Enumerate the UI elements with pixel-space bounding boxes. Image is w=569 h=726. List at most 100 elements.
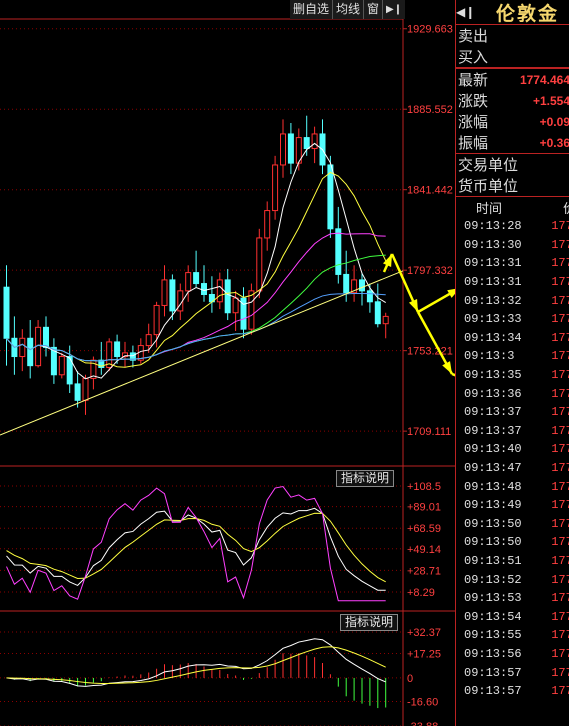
- price-axis-label: 1929.663: [407, 24, 453, 36]
- candle-body: [256, 237, 263, 292]
- tick-time: 09:13:31: [464, 256, 522, 271]
- tick-row[interactable]: 09:13:50 1774: [456, 533, 569, 552]
- annotation-arrowhead: [447, 288, 455, 298]
- kdj-axis-label: +49.14: [407, 544, 441, 556]
- tick-row[interactable]: 09:13:51 1774: [456, 552, 569, 571]
- tick-price: 1774: [551, 219, 569, 234]
- tick-row[interactable]: 09:13:31 1774: [456, 254, 569, 273]
- candle-body: [82, 377, 89, 401]
- currency-unit-label: 货币单位: [458, 178, 519, 195]
- ticks-price-header: 价: [563, 198, 569, 217]
- candle-body: [74, 383, 81, 401]
- trade-unit-label: 交易单位: [458, 157, 519, 174]
- tick-price: 1774: [551, 386, 569, 401]
- macd-axis-label: +32.37: [407, 627, 441, 639]
- quote-value: 1774.464: [519, 72, 569, 87]
- candle-body: [145, 334, 152, 347]
- tick-row[interactable]: 09:13:54 1774: [456, 607, 569, 626]
- tick-row[interactable]: 09:13:35 1774: [456, 366, 569, 385]
- tick-row[interactable]: 09:13:52 1774: [456, 570, 569, 589]
- tick-row[interactable]: 09:13:40 1774: [456, 440, 569, 459]
- candle-body: [193, 272, 200, 285]
- moving-average-button[interactable]: 均线: [332, 0, 364, 19]
- tick-row[interactable]: 09:13:56 1774: [456, 645, 569, 664]
- tick-time: 09:13:35: [464, 368, 522, 383]
- quote-row: 涨幅 +0.09: [456, 111, 569, 132]
- tick-row[interactable]: 09:13:53 1774: [456, 589, 569, 608]
- tick-price: 1774: [551, 423, 569, 438]
- ticks-header: 时间 价: [456, 197, 569, 217]
- buy-label: 买入: [458, 49, 489, 66]
- window-button[interactable]: 窗: [363, 0, 383, 19]
- quote-label: 振幅: [458, 135, 489, 152]
- tick-row[interactable]: 09:13:48 1774: [456, 477, 569, 496]
- tick-row[interactable]: 09:13:28 1774: [456, 217, 569, 236]
- tick-row[interactable]: 09:13:49 1774: [456, 496, 569, 515]
- tick-price: 1774: [551, 609, 569, 624]
- macd-axis-label: 0: [407, 673, 413, 685]
- macd-axis-label: +17.25: [407, 648, 441, 660]
- tick-row[interactable]: 09:13:55 1774: [456, 626, 569, 645]
- candle-body: [153, 304, 160, 336]
- kdj-line: [6, 512, 386, 583]
- tick-price: 1774: [551, 591, 569, 606]
- tick-price: 1774: [551, 516, 569, 531]
- trendline: [0, 270, 404, 436]
- candle-body: [19, 337, 26, 358]
- price-axis-label: 1841.442: [407, 185, 453, 197]
- candle-body: [335, 228, 342, 275]
- chart-area[interactable]: 1929.663 1885.552 1841.442 1797.332 1753.221…: [0, 0, 455, 726]
- macd-axis-label: -16.60: [407, 696, 438, 708]
- candle-body: [161, 279, 168, 306]
- tick-row[interactable]: 09:13:37 1774: [456, 422, 569, 441]
- tick-time: 09:13:56: [464, 646, 522, 661]
- quote-stats: 最新 1774.464 涨跌 +1.554 涨幅 +0.09 振幅 +0.36: [456, 68, 569, 154]
- currency-unit-row: 货币单位: [456, 175, 569, 197]
- tick-price: 1774: [551, 461, 569, 476]
- tick-row[interactable]: 09:13:31 1774: [456, 273, 569, 292]
- tick-price: 1774: [551, 275, 569, 290]
- tick-row[interactable]: 09:13:57 1774: [456, 682, 569, 701]
- tick-time: 09:13:50: [464, 535, 522, 550]
- tick-time: 09:13:54: [464, 609, 522, 624]
- delete-watchlist-button[interactable]: 删自选: [290, 0, 333, 19]
- quote-label: 最新: [458, 72, 489, 89]
- tick-row[interactable]: 09:13:47 1774: [456, 459, 569, 478]
- candle-body: [343, 273, 350, 294]
- tick-price: 1774: [551, 628, 569, 643]
- tick-list[interactable]: 09:13:28177409:13:30177409:13:31177409:1…: [456, 217, 569, 700]
- tick-row[interactable]: 09:13:57 1774: [456, 663, 569, 682]
- tick-time: 09:13:48: [464, 479, 522, 494]
- candle-body: [27, 337, 34, 367]
- macd-axis-label: -33.88: [407, 721, 438, 726]
- tick-price: 1774: [551, 479, 569, 494]
- tick-price: 1774: [551, 368, 569, 383]
- price-axis-label: 1753.221: [407, 346, 453, 358]
- tick-row[interactable]: 09:13:32 1774: [456, 291, 569, 310]
- candle-body: [114, 341, 121, 358]
- tick-row[interactable]: 09:13:36 1774: [456, 384, 569, 403]
- macd-indicator-help-button[interactable]: 指标说明: [340, 614, 399, 631]
- tick-price: 1774: [551, 535, 569, 550]
- tick-row[interactable]: 09:13:34 1774: [456, 329, 569, 348]
- ticks-time-header: 时间: [476, 200, 503, 216]
- quote-panel: ◀❙ 伦敦金 卖出 买入 最新 1774.464 涨跌 +1.554 涨幅 +0.09 振幅…: [455, 0, 569, 726]
- play-last-icon[interactable]: ▶❙: [382, 0, 406, 19]
- tick-price: 1774: [551, 442, 569, 457]
- candle-body: [311, 133, 318, 150]
- tick-row[interactable]: 09:13:37 1774: [456, 403, 569, 422]
- quote-value: +0.36: [539, 135, 569, 150]
- candle-body: [287, 133, 294, 164]
- tick-price: 1774: [551, 572, 569, 587]
- tick-row[interactable]: 09:13:30 1774: [456, 236, 569, 255]
- quote-label: 涨跌: [458, 93, 489, 110]
- tick-row[interactable]: 09:13:33 1774: [456, 310, 569, 329]
- tick-time: 09:13:33: [464, 312, 522, 327]
- tick-row[interactable]: 09:13:50 1774: [456, 515, 569, 534]
- buy-row: 买入: [456, 46, 569, 68]
- tick-row[interactable]: 09:13:3 1774: [456, 347, 569, 366]
- expand-arrow-icon[interactable]: ◀❙: [456, 5, 475, 19]
- tick-time: 09:13:30: [464, 237, 522, 252]
- kdj-indicator-help-button[interactable]: 指标说明: [336, 470, 395, 487]
- candle-body: [264, 210, 271, 239]
